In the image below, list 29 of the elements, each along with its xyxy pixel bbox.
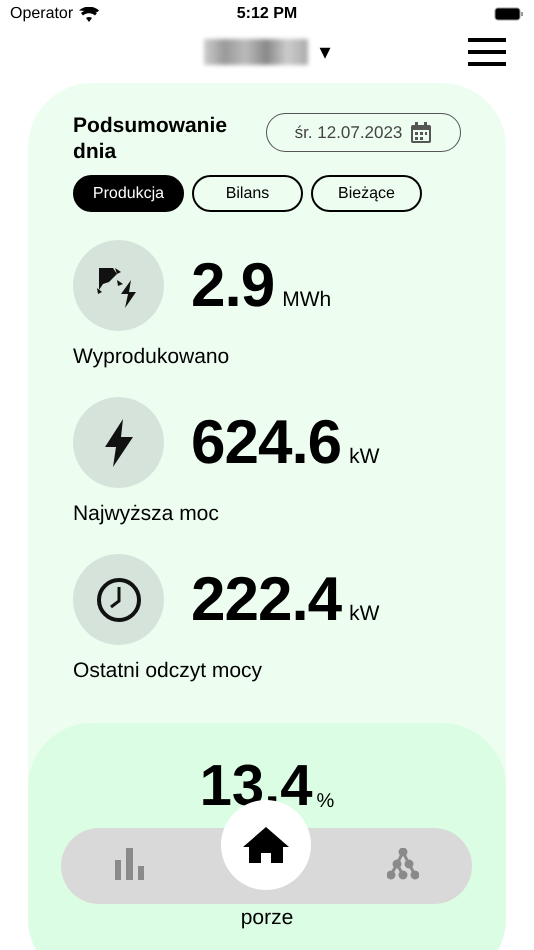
menu-icon[interactable] <box>468 38 506 66</box>
dropdown-caret[interactable]: ▾ <box>320 39 330 65</box>
network-icon <box>387 848 419 880</box>
stat-value: 624.6 <box>191 407 342 478</box>
carrier-name: Operator <box>10 5 74 23</box>
stat-label: Ostatni odczyt mocy <box>73 659 264 683</box>
tab[interactable]: Produkcja <box>73 175 184 212</box>
bar-chart-icon <box>115 848 145 880</box>
ratio-value: 13.4 <box>200 759 313 813</box>
stat-unit: MWh <box>282 288 332 312</box>
summary-title: Podsumowanie dnia <box>73 113 228 165</box>
status-time: 5:12 PM <box>236 5 298 23</box>
stat-label: Wyprodukowano <box>73 345 230 369</box>
ratio-unit: % <box>316 790 334 813</box>
calendar-icon <box>410 122 432 144</box>
ratio-label: porze <box>240 906 294 930</box>
date-picker[interactable]: śr. 12.07.2023 <box>266 113 461 152</box>
battery-icon <box>494 7 524 21</box>
tab[interactable]: Bieżące <box>311 175 422 212</box>
stat-value: 222.4 <box>191 564 342 635</box>
stat-value: 2.9 <box>191 250 274 321</box>
lightning-icon <box>104 418 132 466</box>
tab[interactable]: Bilans <box>192 175 303 212</box>
wifi-icon <box>79 6 100 22</box>
stat-unit: kW <box>349 602 380 626</box>
clock-icon <box>96 576 142 622</box>
stat-unit: kW <box>349 445 380 469</box>
home-icon <box>243 827 289 863</box>
stat-label: Najwyższa moc <box>73 502 220 526</box>
